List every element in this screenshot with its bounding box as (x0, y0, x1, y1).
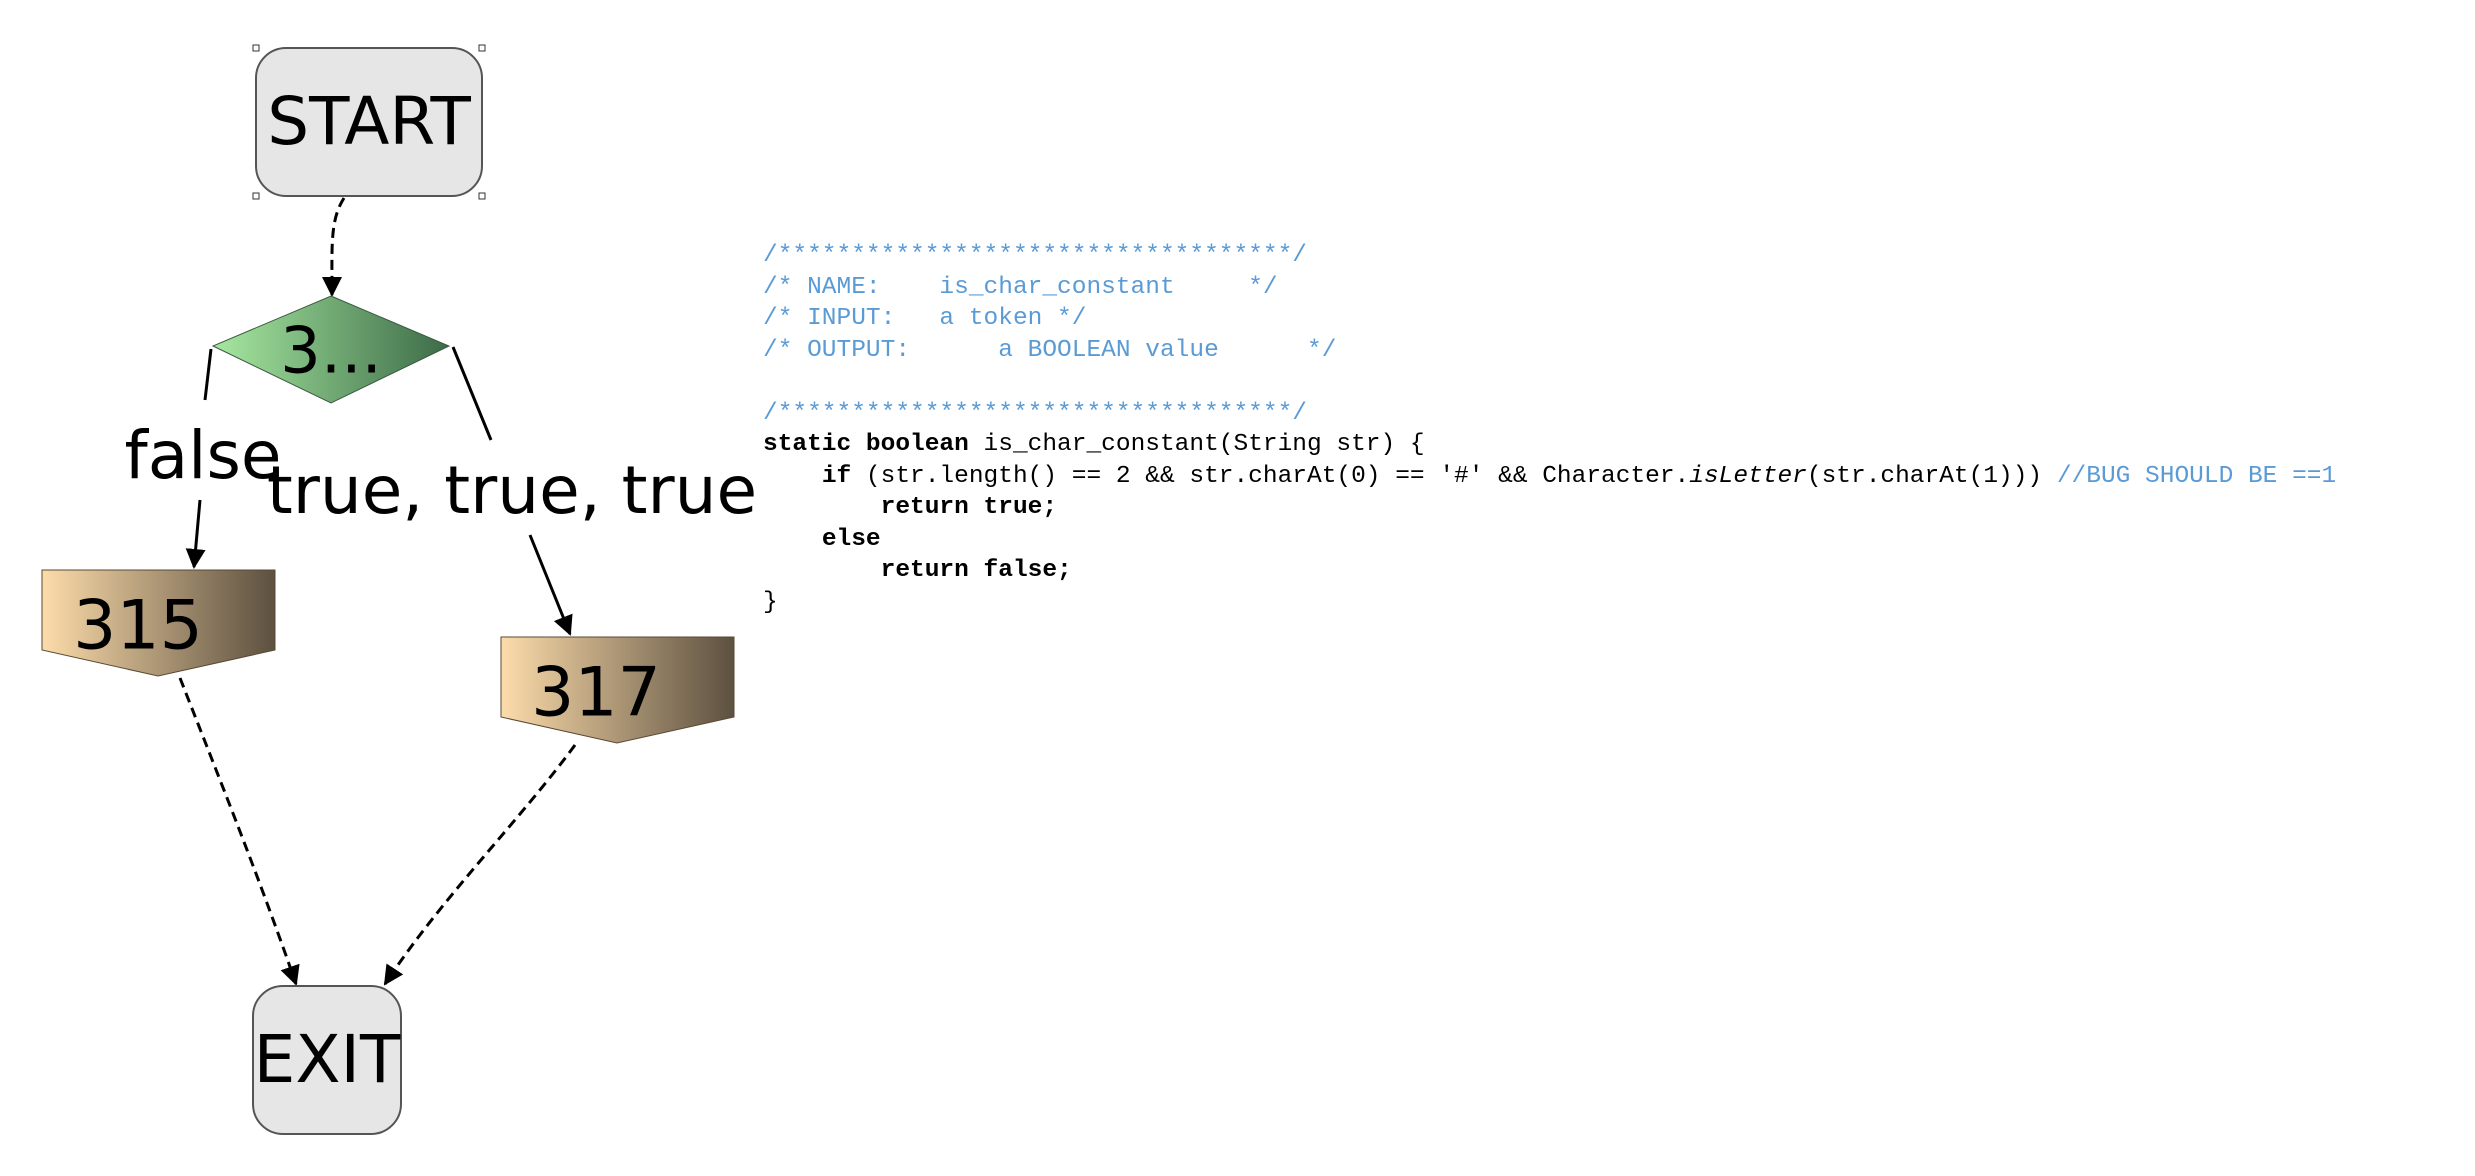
code-line: /***********************************/ (763, 240, 2463, 272)
source-code-panel: /***********************************/ /* … (763, 240, 2463, 618)
code-keyword: if (821, 462, 852, 490)
exit-label: EXIT (254, 1021, 401, 1098)
code-comment: /* NAME: is_char_constant */ (763, 273, 1278, 301)
edge-false-branch (203, 348, 213, 401)
code-token: isLetter (1689, 462, 1807, 490)
edge-317-to-exit (383, 744, 577, 986)
node-317-label: 317 (531, 654, 661, 733)
code-line: return false; (763, 555, 2463, 587)
edge-start-to-decision (321, 197, 346, 297)
code-line: /* INPUT: a token */ (763, 303, 2463, 335)
code-comment: /* INPUT: a token */ (763, 305, 1087, 332)
code-token: (str.length() == 2 && str.charAt(0) == '… (851, 462, 1690, 490)
code-line: /* OUTPUT: a BOOLEAN value */ (763, 335, 2463, 367)
code-keyword: static boolean (763, 431, 969, 458)
code-keyword: return false; (880, 557, 1072, 584)
code-line: } (763, 587, 2463, 619)
code-comment: /* OUTPUT: a BOOLEAN value */ (763, 336, 1337, 364)
code-line: /* NAME: is_char_constant */ (763, 272, 2463, 304)
edge-true-branch (451, 346, 493, 441)
block-node-317[interactable]: 317 (500, 636, 735, 744)
false-edge-label: false (124, 417, 281, 494)
exit-node[interactable]: EXIT (252, 985, 402, 1135)
code-comment: /***********************************/ (763, 242, 1307, 269)
code-line: else (763, 524, 2463, 556)
code-comment: //BUG SHOULD BE ==1 (2056, 462, 2337, 490)
code-token: } (763, 588, 778, 616)
code-line: /***********************************/ (763, 398, 2463, 430)
code-keyword: else (821, 525, 881, 553)
edge-true-to-317 (528, 534, 573, 636)
edge-315-to-exit (178, 677, 300, 986)
start-label: START (267, 83, 471, 160)
edge-false-to-315 (185, 499, 206, 569)
code-line: return true; (763, 492, 2463, 524)
true-edge-label: true, true, true (267, 452, 757, 529)
code-line: if (str.length() == 2 && str.charAt(0) =… (763, 461, 2463, 493)
code-line: static boolean is_char_constant(String s… (763, 429, 2463, 461)
block-node-315[interactable]: 315 (41, 569, 276, 677)
decision-node[interactable]: 3... (211, 295, 451, 404)
code-keyword: return true; (880, 494, 1058, 521)
code-token: is_char_constant(String str) { (968, 431, 1425, 458)
code-token: (str.charAt(1))) (1806, 462, 2057, 490)
node-315-label: 315 (73, 587, 203, 666)
start-node[interactable]: START (252, 44, 486, 200)
control-flow-diagram: START 3... false true, true, true 315 31… (41, 44, 757, 1135)
decision-label: 3... (280, 315, 382, 389)
code-comment: /***********************************/ (763, 399, 1307, 427)
